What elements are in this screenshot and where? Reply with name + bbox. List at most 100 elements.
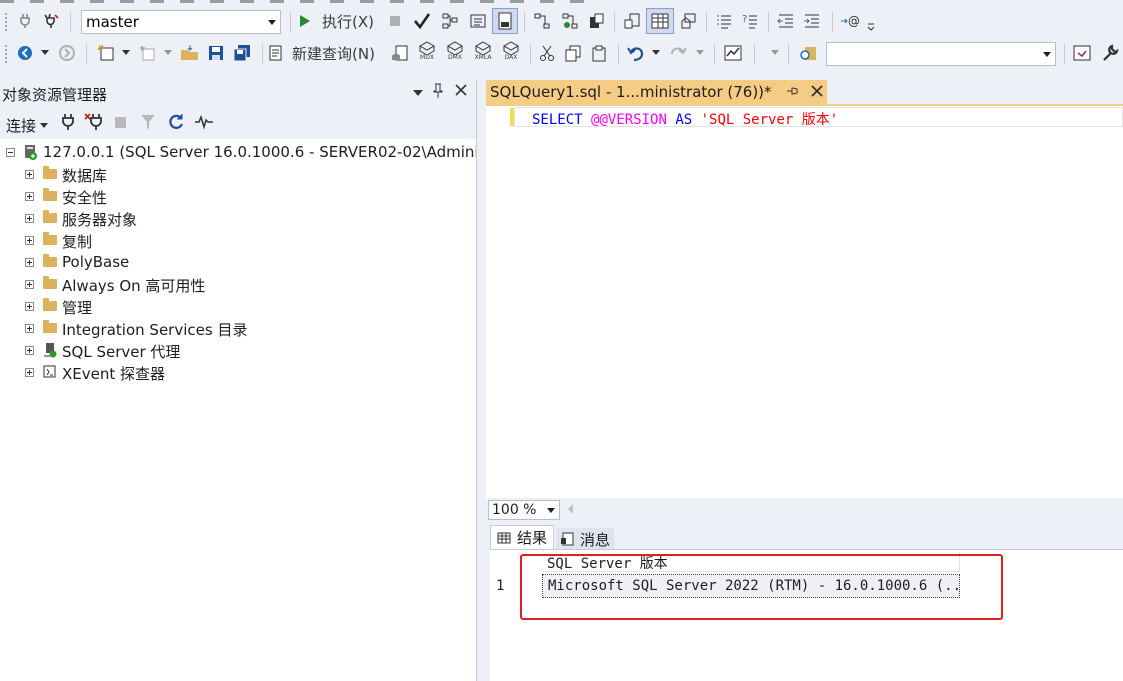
zoom-select[interactable]: 100 % (488, 500, 560, 520)
undo-dropdown-icon[interactable] (650, 42, 662, 64)
include-plan-icon[interactable] (530, 10, 554, 32)
forward-icon[interactable] (56, 42, 78, 64)
find-combo-input[interactable] (826, 42, 1056, 66)
results-grid[interactable]: SQL Server 版本 1 Microsoft SQL Server 202… (490, 549, 1123, 681)
results-to-text-icon[interactable] (466, 10, 490, 32)
database-engine-query-icon[interactable] (388, 42, 412, 64)
connect-button[interactable]: 连接 (6, 115, 49, 136)
expand-icon[interactable] (25, 214, 34, 223)
code-line-1[interactable]: SELECT @@VERSION AS 'SQL Server 版本' (532, 109, 838, 129)
row-number[interactable]: 1 (496, 578, 536, 598)
refresh-icon[interactable] (167, 113, 185, 135)
expand-icon[interactable] (25, 302, 34, 311)
expand-icon[interactable] (25, 170, 34, 179)
server-node[interactable]: 127.0.0.1 (SQL Server 16.0.1000.6 - SERV… (0, 141, 498, 163)
query-plan-icon[interactable] (438, 10, 462, 32)
connect-plug-icon[interactable] (14, 10, 36, 32)
filter-icon[interactable] (140, 114, 156, 134)
tab-messages[interactable]: 消息 (556, 528, 615, 550)
panel-splitter[interactable] (476, 79, 486, 681)
tree-node[interactable]: PolyBase (0, 251, 476, 273)
activity-monitor-icon[interactable] (720, 42, 746, 64)
tree-node[interactable]: Integration Services 目录 (0, 317, 476, 339)
pin-icon[interactable] (786, 83, 803, 101)
increase-indent-icon[interactable] (800, 10, 824, 32)
close-icon[interactable] (454, 83, 468, 101)
agent-icon (44, 343, 57, 358)
copy-icon[interactable] (562, 42, 584, 64)
undo-icon[interactable] (624, 42, 648, 64)
tree-node[interactable]: Always On 高可用性 (0, 273, 476, 295)
decrease-indent-icon[interactable] (774, 10, 798, 32)
uncomment-lines-icon[interactable]: ? (738, 10, 762, 32)
registered-servers-icon[interactable] (1070, 42, 1094, 64)
client-stats-icon[interactable] (584, 10, 608, 32)
change-connection-icon[interactable] (40, 10, 64, 32)
toolbar-grip[interactable] (4, 12, 8, 32)
solution-config-dropdown-icon[interactable] (768, 42, 782, 64)
database-select[interactable]: master (81, 10, 281, 34)
expand-icon[interactable] (25, 258, 34, 267)
collapse-icon[interactable] (6, 148, 15, 157)
expand-icon[interactable] (25, 324, 34, 333)
save-results-icon[interactable] (676, 10, 700, 32)
mdx-query-icon[interactable]: MDX (414, 40, 440, 62)
stop-icon[interactable] (115, 117, 126, 128)
tree-node[interactable]: 复制 (0, 229, 476, 251)
tree-node[interactable]: XEvent 探查器 (0, 361, 476, 383)
redo-icon[interactable] (666, 42, 690, 64)
xmla-query-icon[interactable]: XMLA (470, 40, 496, 62)
new-project-icon[interactable] (94, 42, 118, 64)
close-tab-icon[interactable] (811, 83, 823, 101)
expand-icon[interactable] (25, 368, 34, 377)
results-to-file-icon[interactable] (620, 10, 644, 32)
tree-node[interactable]: 服务器对象 (0, 207, 476, 229)
tree-node[interactable]: SQL Server 代理 (0, 339, 476, 361)
column-header[interactable]: SQL Server 版本 (542, 552, 960, 572)
scroll-left-icon[interactable] (568, 504, 573, 514)
comment-lines-icon[interactable] (712, 10, 736, 32)
back-icon[interactable] (14, 42, 36, 64)
dax-query-icon[interactable]: DAX (498, 40, 524, 62)
execute-button[interactable]: 执行(X) (298, 10, 378, 32)
panel-menu-dropdown-icon[interactable] (413, 90, 423, 96)
tree-node-label: 安全性 (62, 189, 108, 207)
stop-icon[interactable] (386, 10, 404, 32)
expand-icon[interactable] (25, 236, 34, 245)
expand-icon[interactable] (25, 346, 34, 355)
results-to-grid-icon[interactable] (492, 8, 518, 34)
new-query-button[interactable]: 新建查询(N) (268, 42, 382, 64)
find-in-files-icon[interactable] (796, 42, 820, 64)
open-file-icon[interactable] (178, 42, 202, 64)
toolbar-grip[interactable] (4, 44, 8, 64)
paste-icon[interactable] (588, 42, 610, 64)
parse-checkmark-icon[interactable] (410, 10, 434, 32)
save-icon[interactable] (204, 42, 228, 64)
live-stats-icon[interactable] (558, 10, 582, 32)
result-cell[interactable]: Microsoft SQL Server 2022 (RTM) - 16.0.1… (542, 574, 960, 598)
redo-dropdown-icon[interactable] (694, 42, 706, 64)
tab-sqlquery1[interactable]: SQLQuery1.sql - 1...ministrator (76))* (486, 80, 828, 104)
new-project-dropdown-icon[interactable] (120, 42, 132, 64)
tree-node[interactable]: 安全性 (0, 185, 476, 207)
grid-results-icon[interactable] (646, 8, 674, 34)
properties-wrench-icon[interactable] (1098, 42, 1122, 64)
add-item-icon[interactable] (136, 42, 160, 64)
add-item-dropdown-icon[interactable] (162, 42, 174, 64)
specify-template-parameters-icon[interactable]: @ (838, 10, 864, 32)
pin-icon[interactable] (432, 83, 444, 103)
expand-icon[interactable] (25, 280, 34, 289)
tree-node[interactable]: 管理 (0, 295, 476, 317)
dmx-query-icon[interactable]: DMX (442, 40, 468, 62)
query-editor[interactable]: SELECT @@VERSION AS 'SQL Server 版本' (486, 104, 1123, 498)
toolbar-overflow-icon[interactable] (866, 20, 876, 34)
back-dropdown-icon[interactable] (38, 42, 52, 64)
expand-icon[interactable] (25, 192, 34, 201)
tree-node[interactable]: 数据库 (0, 163, 476, 185)
disconnect-icon[interactable] (84, 113, 106, 135)
activity-monitor-icon[interactable] (194, 114, 214, 134)
connect-object-explorer-icon[interactable] (60, 113, 76, 135)
cut-icon[interactable] (536, 42, 558, 64)
tab-results[interactable]: 结果 (490, 525, 555, 549)
save-all-icon[interactable] (230, 42, 254, 64)
